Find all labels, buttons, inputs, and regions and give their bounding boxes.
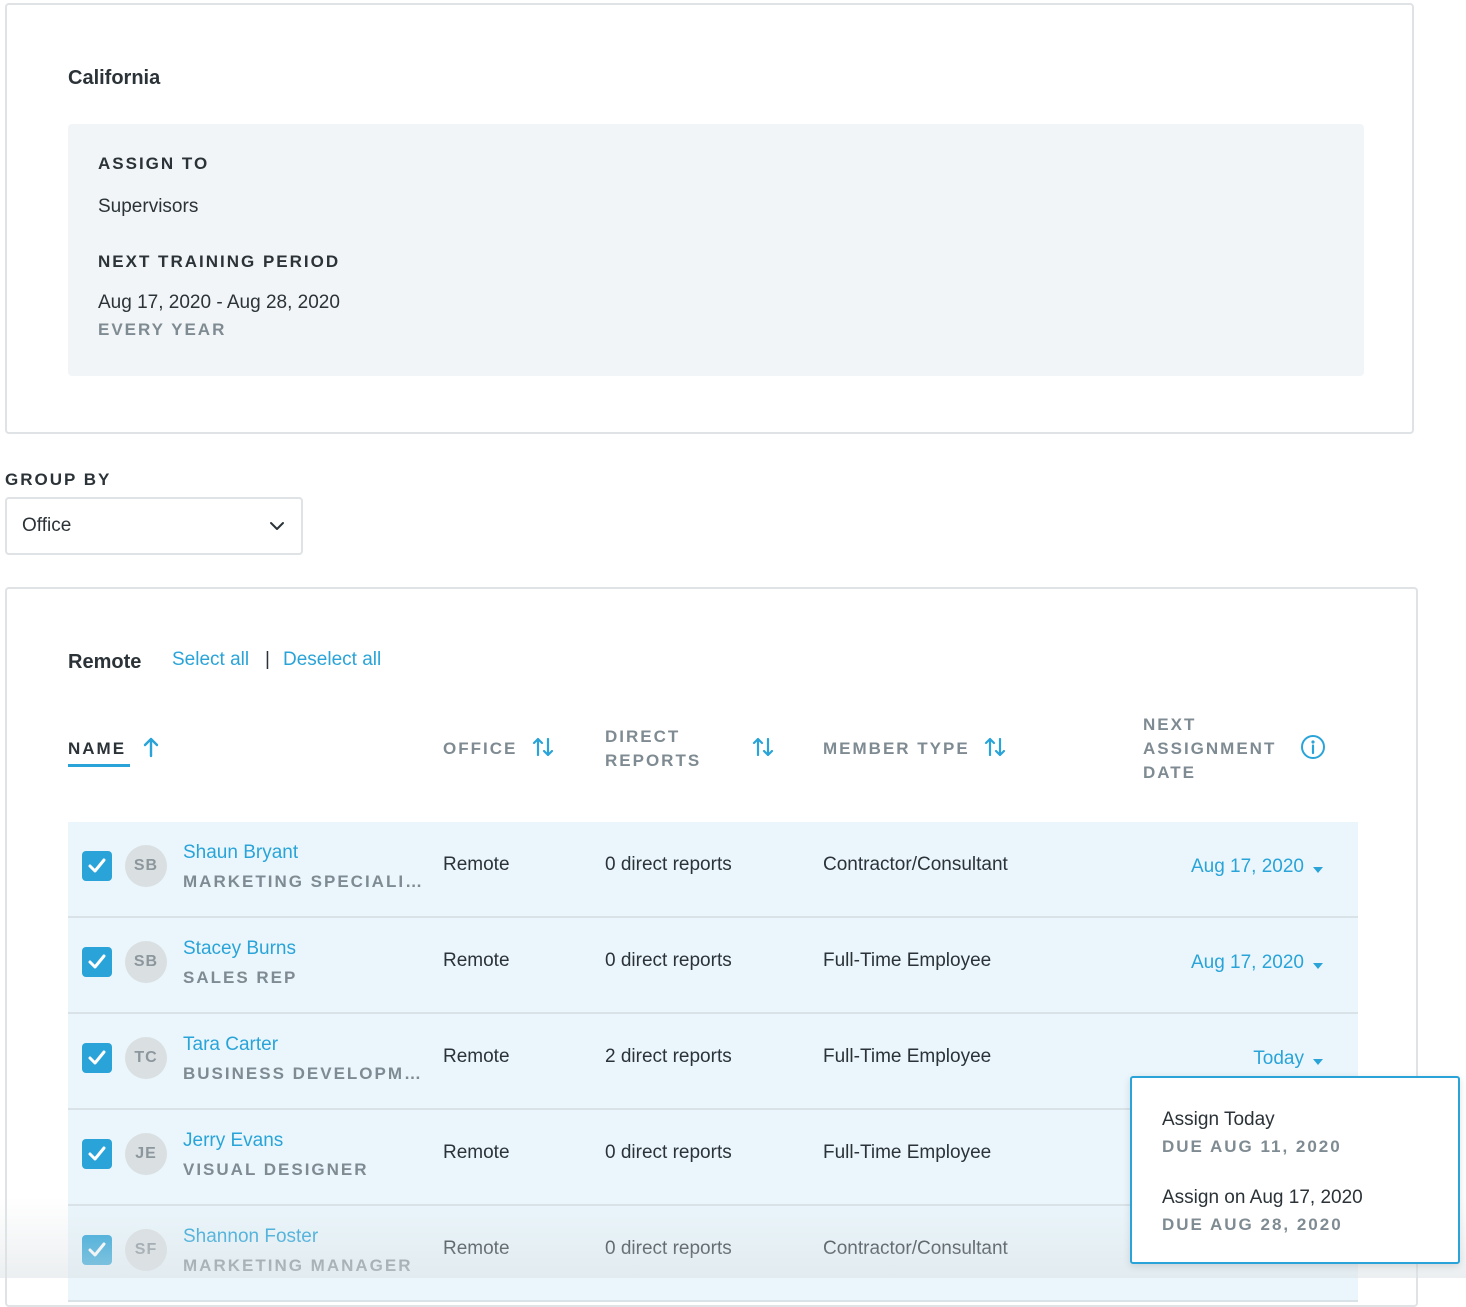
member-job-title: BUSINESS DEVELOPMENT (183, 1064, 428, 1083)
avatar: JE (125, 1133, 167, 1175)
option-due-date: DUE AUG 28, 2020 (1162, 1215, 1343, 1234)
avatar: SB (125, 845, 167, 887)
group-by-label: GROUP BY (5, 470, 112, 489)
member-name-link[interactable]: Shaun Bryant (183, 842, 298, 864)
member-name-link[interactable]: Tara Carter (183, 1034, 278, 1056)
member-job-title: MARKETING SPECIALIST (183, 872, 428, 891)
member-type-cell: Contractor/Consultant (823, 1238, 1008, 1259)
direct-reports-header-line1: DIRECT (605, 727, 681, 746)
assignment-date-dropdown[interactable]: Aug 17, 2020 (1191, 856, 1324, 878)
option-label: Assign Today (1162, 1109, 1275, 1130)
row-checkbox[interactable] (82, 1043, 112, 1073)
row-checkbox[interactable] (82, 1139, 112, 1169)
office-cell: Remote (443, 950, 510, 971)
sort-toggle-icon[interactable] (752, 736, 774, 763)
office-cell: Remote (443, 1046, 510, 1067)
select-all-link[interactable]: Select all (172, 649, 249, 671)
column-header-office[interactable]: OFFICE (443, 737, 517, 761)
location-title: California (68, 67, 161, 89)
training-period-label: NEXT TRAINING PERIOD (98, 252, 341, 271)
link-separator: | (265, 649, 270, 670)
member-type-cell: Contractor/Consultant (823, 854, 1008, 875)
office-cell: Remote (443, 1238, 510, 1259)
active-sort-underline (68, 764, 130, 767)
info-icon[interactable] (1300, 734, 1326, 765)
group-by-select[interactable]: Office (5, 497, 303, 555)
caret-down-icon (1312, 954, 1324, 976)
sort-toggle-icon[interactable] (984, 736, 1006, 763)
assignment-date-menu: Assign Today DUE AUG 11, 2020 Assign on … (1130, 1076, 1460, 1264)
assignment-date-dropdown[interactable]: Aug 17, 2020 (1191, 952, 1324, 974)
row-checkbox[interactable] (82, 1235, 112, 1265)
sort-ascending-icon[interactable] (143, 736, 159, 763)
next-date-header-line3: DATE (1143, 763, 1197, 782)
member-type-cell: Full-Time Employee (823, 1046, 992, 1067)
column-header-direct-reports[interactable]: DIRECT REPORTS (605, 725, 701, 773)
direct-reports-cell: 0 direct reports (605, 950, 732, 971)
assignment-date-value: Aug 17, 2020 (1190, 952, 1304, 973)
assignment-date-value: Aug 17, 2020 (1190, 856, 1304, 877)
member-type-cell: Full-Time Employee (823, 950, 992, 971)
sort-toggle-icon[interactable] (532, 736, 554, 763)
row-checkbox[interactable] (82, 851, 112, 881)
direct-reports-header-line2: REPORTS (605, 751, 702, 770)
office-cell: Remote (443, 1142, 510, 1163)
direct-reports-cell: 0 direct reports (605, 1238, 732, 1259)
office-cell: Remote (443, 854, 510, 875)
assignment-date-dropdown[interactable]: Today (1253, 1048, 1324, 1070)
member-job-title: VISUAL DESIGNER (183, 1160, 369, 1179)
column-header-name[interactable]: NAME (68, 737, 126, 761)
assign-today-option[interactable]: Assign Today DUE AUG 11, 2020 (1162, 1109, 1342, 1157)
group-by-selected-value: Office (22, 515, 72, 536)
member-name-link[interactable]: Shannon Foster (183, 1226, 318, 1248)
member-job-title: MARKETING MANAGER (183, 1256, 413, 1275)
group-name: Remote (68, 651, 142, 673)
direct-reports-cell: 0 direct reports (605, 1142, 732, 1163)
training-period-value: Aug 17, 2020 - Aug 28, 2020 (98, 292, 340, 313)
option-due-date: DUE AUG 11, 2020 (1162, 1137, 1342, 1156)
member-name-link[interactable]: Stacey Burns (183, 938, 296, 960)
caret-down-icon (1312, 858, 1324, 880)
direct-reports-cell: 0 direct reports (605, 854, 732, 875)
column-header-next-assignment-date: NEXT ASSIGNMENT DATE (1143, 713, 1276, 785)
avatar: TC (125, 1037, 167, 1079)
recurrence-label: EVERY YEAR (98, 320, 227, 339)
assignment-info-panel: ASSIGN TO Supervisors NEXT TRAINING PERI… (68, 124, 1364, 376)
caret-down-icon (1312, 1050, 1324, 1072)
member-name-link[interactable]: Jerry Evans (183, 1130, 283, 1152)
avatar: SF (125, 1229, 167, 1271)
assign-to-label: ASSIGN TO (98, 154, 210, 173)
column-header-member-type[interactable]: MEMBER TYPE (823, 737, 970, 761)
deselect-all-link[interactable]: Deselect all (283, 649, 381, 671)
member-type-cell: Full-Time Employee (823, 1142, 992, 1163)
chevron-down-icon (269, 518, 285, 539)
table-row[interactable]: SB Shaun Bryant MARKETING SPECIALIST Rem… (68, 822, 1358, 918)
table-row[interactable]: SB Stacey Burns SALES REP Remote 0 direc… (68, 918, 1358, 1014)
assign-on-date-option[interactable]: Assign on Aug 17, 2020 DUE AUG 28, 2020 (1162, 1187, 1363, 1235)
assign-to-value: Supervisors (98, 196, 199, 217)
assignment-date-value: Today (1253, 1048, 1304, 1069)
next-date-header-line1: NEXT (1143, 715, 1197, 734)
member-job-title: SALES REP (183, 968, 298, 987)
row-checkbox[interactable] (82, 947, 112, 977)
avatar: SB (125, 941, 167, 983)
direct-reports-cell: 2 direct reports (605, 1046, 732, 1067)
training-settings-card: California ASSIGN TO Supervisors NEXT TR… (5, 3, 1414, 434)
next-date-header-line2: ASSIGNMENT (1143, 739, 1277, 758)
option-label: Assign on Aug 17, 2020 (1162, 1187, 1363, 1208)
